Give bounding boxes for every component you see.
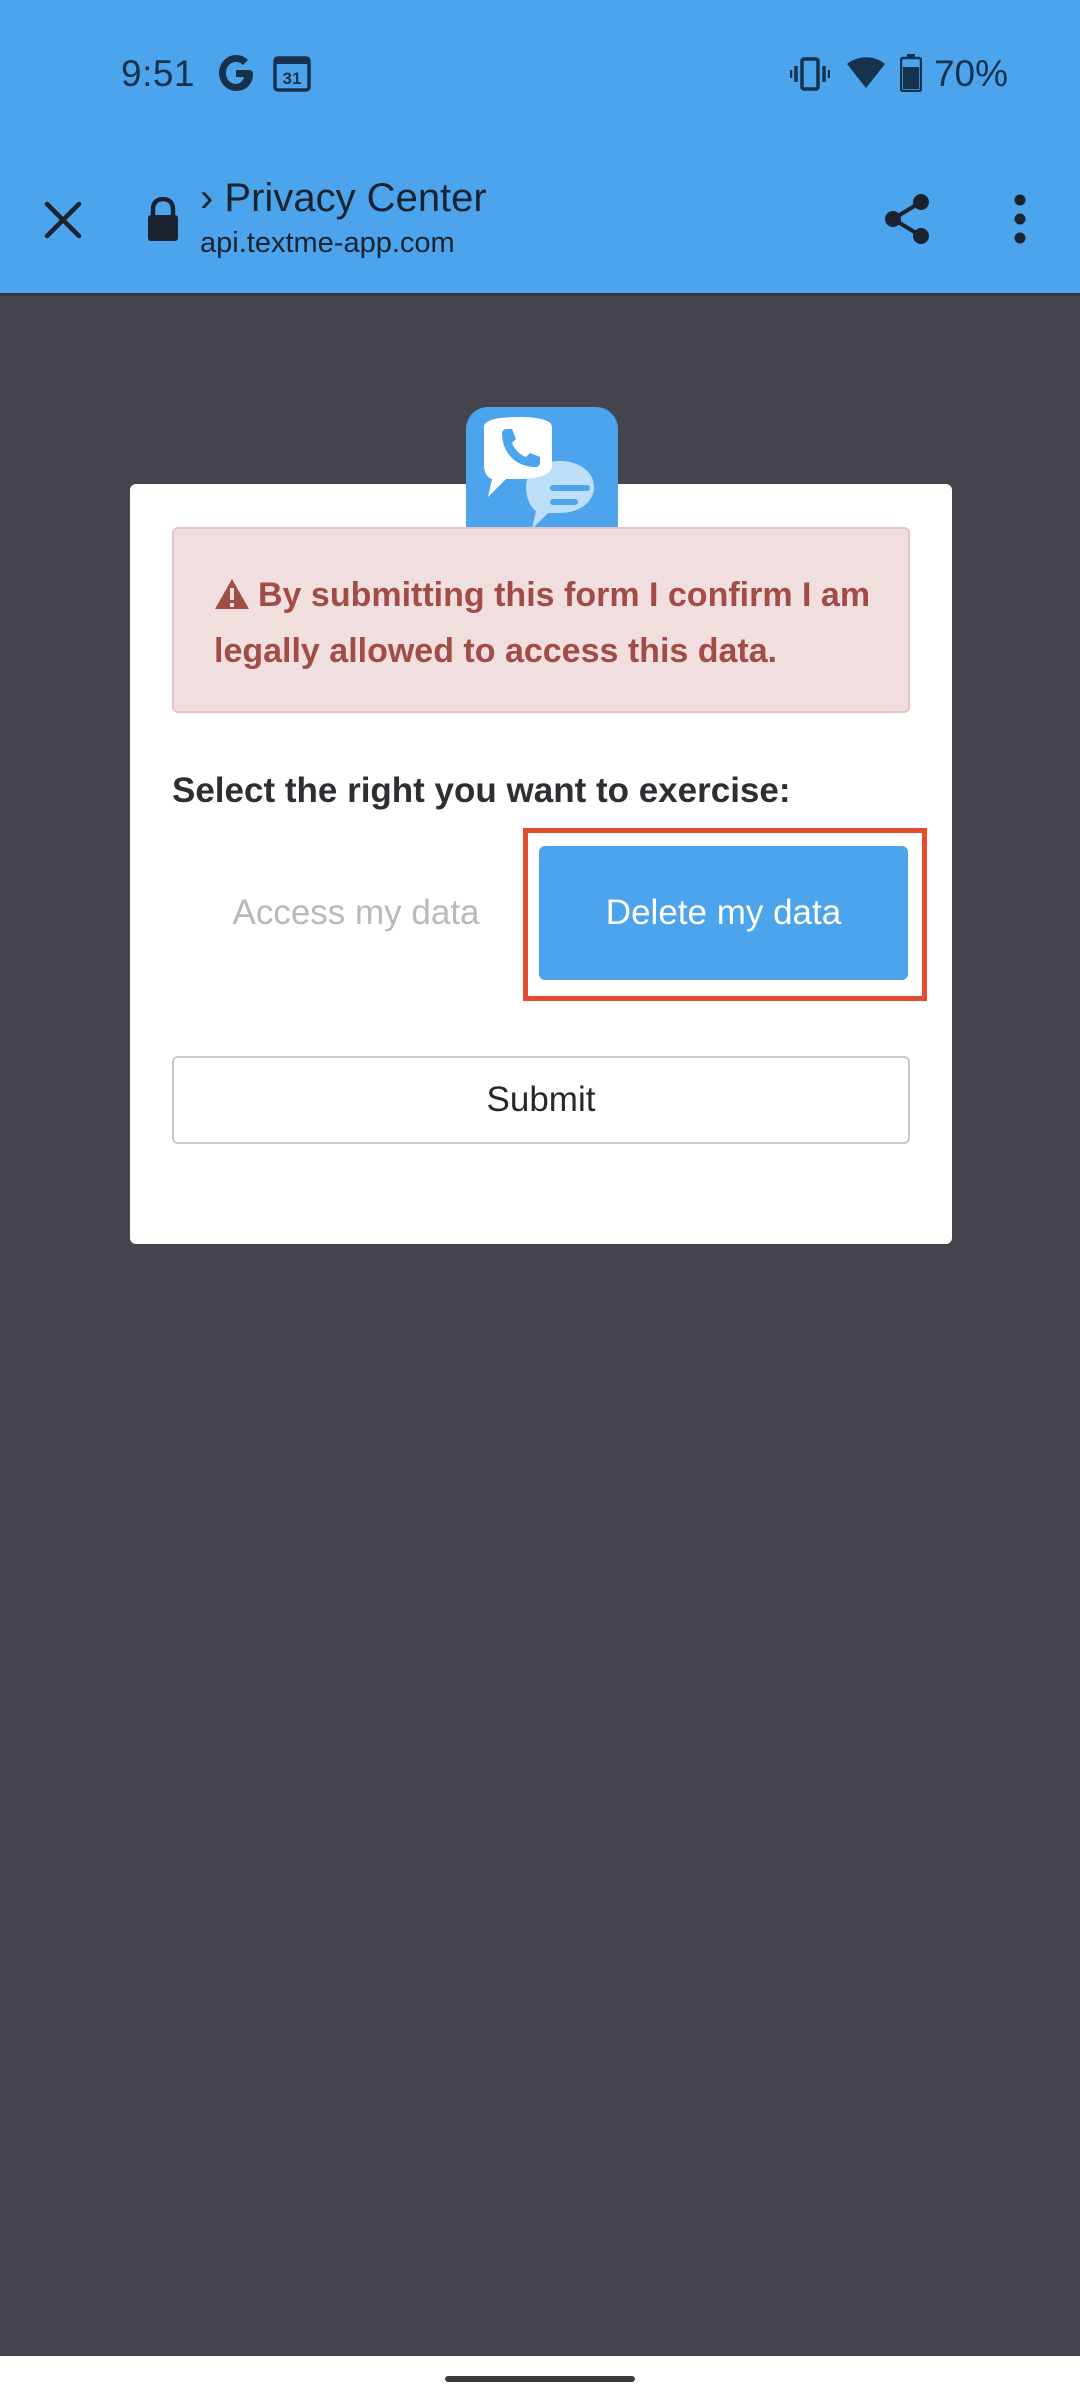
alert-message: By submitting this form I confirm I am l…: [214, 569, 884, 677]
select-right-label: Select the right you want to exercise:: [172, 771, 791, 810]
page-url: api.textme-app.com: [200, 227, 455, 259]
page-title: › Privacy Center: [200, 176, 487, 220]
status-time: 9:51: [121, 53, 196, 94]
navigation-bar: [0, 2356, 1080, 2400]
alert-text: By submitting this form I confirm I am l…: [214, 576, 871, 670]
more-vert-icon: [1013, 194, 1027, 249]
wifi-icon: [846, 56, 886, 95]
toolbar-divider: [0, 293, 1080, 296]
delete-my-data-option[interactable]: Delete my data: [539, 846, 908, 980]
browser-chrome: 9:51 31 70% › Privacy Center api.textme-…: [0, 0, 1080, 293]
close-icon: [43, 200, 83, 245]
warning-icon: [214, 573, 250, 625]
lock-icon[interactable]: [145, 196, 181, 243]
status-bar: 9:51 31 70%: [0, 0, 1080, 147]
battery-percentage: 70%: [933, 53, 1008, 94]
submit-button[interactable]: Submit: [172, 1056, 910, 1144]
calendar-icon: 31: [272, 53, 312, 98]
access-my-data-option[interactable]: Access my data: [172, 846, 540, 980]
more-options-button[interactable]: [990, 183, 1050, 259]
home-indicator[interactable]: [445, 2376, 635, 2382]
share-button[interactable]: [870, 183, 946, 259]
battery-icon: [899, 54, 923, 97]
share-icon: [881, 192, 935, 251]
google-icon: [216, 53, 256, 98]
legal-confirmation-alert: By submitting this form I confirm I am l…: [172, 527, 910, 713]
browser-toolbar: › Privacy Center api.textme-app.com: [0, 147, 1080, 293]
svg-text:31: 31: [283, 69, 302, 88]
close-button[interactable]: [28, 187, 98, 257]
page-title-area[interactable]: › Privacy Center api.textme-app.com: [200, 175, 840, 261]
vibrate-icon: [789, 57, 831, 96]
